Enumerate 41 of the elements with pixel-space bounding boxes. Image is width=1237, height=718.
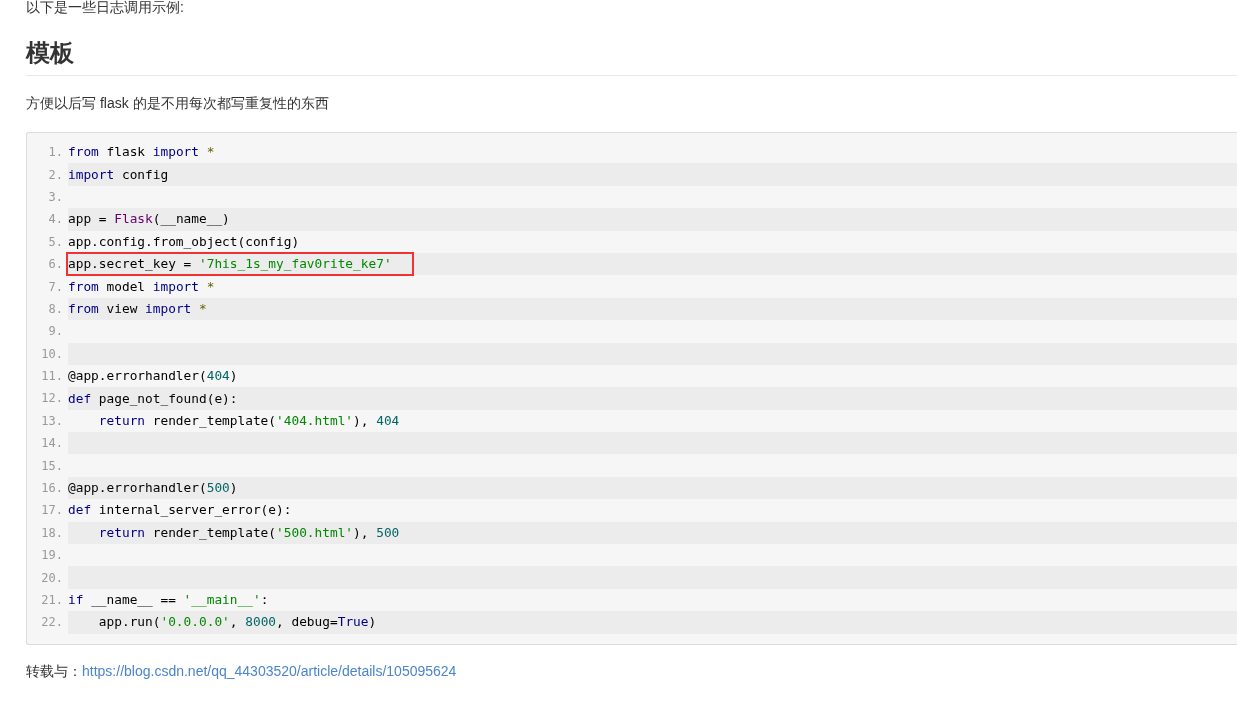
code-line: app.config.from_object(config) — [67, 232, 301, 251]
source-link[interactable]: https://blog.csdn.net/qq_44303520/article/details/105095624 — [82, 662, 457, 679]
code-line: if __name__ == '__main__': — [67, 591, 270, 609]
description-text: 方便以后写 flask 的是不用每次都写重复性的东西 — [26, 94, 330, 113]
code-line: app = Flask(__name__) — [67, 210, 231, 229]
line-number: 4. — [47, 212, 64, 227]
line-number: 15. — [40, 458, 64, 473]
code-line: app.run('0.0.0.0', 8000, debug=True) — [97, 613, 378, 632]
code-line: @app.errorhandler(500) — [67, 479, 239, 498]
line-number: 18. — [40, 525, 64, 540]
code-line: import config — [67, 165, 170, 184]
section-heading: 模板 — [26, 37, 1237, 76]
line-number: 12. — [40, 391, 64, 406]
code-line: from flask import * — [67, 143, 216, 162]
line-number: 1. — [47, 145, 64, 160]
intro-text: 以下是一些日志调用示例: — [26, 0, 185, 17]
line-number: 14. — [40, 436, 64, 451]
line-number: 21. — [40, 593, 64, 607]
line-number: 11. — [40, 369, 64, 384]
line-number: 9. — [47, 324, 64, 339]
line-number: 3. — [47, 189, 64, 204]
line-number: 20. — [40, 570, 64, 585]
code-line: from view import * — [67, 299, 208, 318]
line-number: 5. — [47, 234, 64, 249]
line-number: 19. — [40, 548, 64, 563]
code-line: return render_template('404.html'), 404 — [97, 411, 401, 430]
line-number: 8. — [47, 301, 64, 316]
code-line: from model import * — [67, 277, 216, 296]
line-number: 17. — [40, 503, 64, 518]
line-number: 10. — [40, 346, 64, 361]
code-line: return render_template('500.html'), 500 — [97, 523, 401, 542]
source-label: 转载与： — [26, 662, 82, 679]
line-number: 22. — [40, 615, 64, 630]
code-line: @app.errorhandler(404) — [67, 367, 239, 386]
line-number: 6. — [47, 257, 64, 272]
line-number: 7. — [47, 279, 64, 294]
line-number: 13. — [40, 413, 64, 428]
code-line: def page_not_found(e): — [67, 389, 239, 408]
code-line: def internal_server_error(e): — [67, 501, 293, 520]
line-number: 16. — [40, 481, 64, 496]
line-number: 2. — [47, 167, 64, 182]
